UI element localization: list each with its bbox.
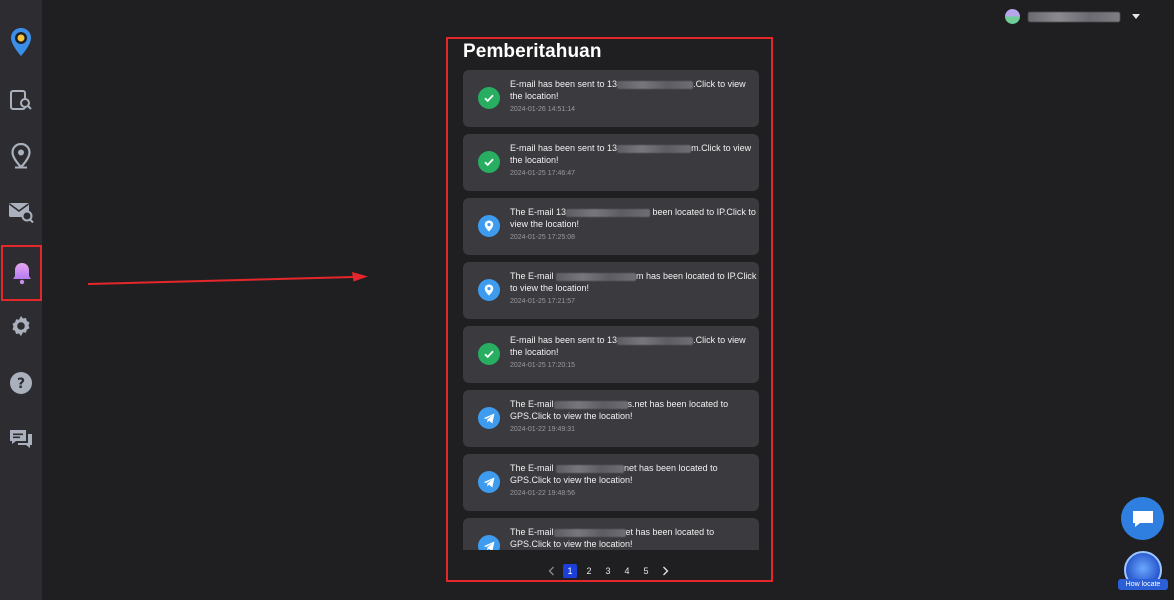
redacted-email: [617, 144, 692, 153]
page-title: Pemberitahuan: [463, 41, 602, 62]
notification-item[interactable]: E-mail has been sent to 13 .Click to view…: [463, 326, 759, 383]
location-pin-icon: [478, 215, 500, 237]
chevron-down-icon: [1132, 14, 1140, 19]
notification-item[interactable]: The E-mail m has been located to IP.Clic…: [463, 262, 759, 319]
notification-timestamp: 2024-01-25 17:21:57: [510, 298, 575, 305]
mail-search-icon[interactable]: [0, 190, 42, 234]
check-circle-icon: [478, 343, 500, 365]
notification-timestamp: 2024-01-25 17:46:47: [510, 170, 575, 177]
notification-message: The E-mail net has been located to GPS.C…: [510, 463, 718, 485]
live-chat-button[interactable]: [1121, 497, 1164, 540]
user-name-redacted: [1028, 11, 1120, 22]
notification-message: The E-mail et has been located to GPS.Cli…: [510, 527, 715, 549]
redacted-email: [617, 336, 694, 345]
notification-item[interactable]: The E-mail 13 been located to IP.Click t…: [463, 198, 759, 255]
notification-message: E-mail has been sent to 13 .Click to view…: [510, 79, 746, 101]
notification-message: E-mail has been sent to 13 .Click to view…: [510, 335, 746, 357]
notification-message: The E-mail s.net has been located to GPS.…: [510, 399, 729, 421]
telegram-send-icon: [478, 471, 500, 493]
pagination: 12345: [544, 564, 672, 578]
notification-timestamp: 2024-01-22 19:48:56: [510, 490, 575, 497]
redacted-email: [553, 400, 628, 409]
notification-timestamp: 2024-01-26 14:51:14: [510, 106, 575, 113]
telegram-send-icon: [478, 407, 500, 429]
location-pin-icon: [478, 279, 500, 301]
sidebar: ?: [0, 0, 42, 600]
page-5-button[interactable]: 5: [639, 564, 653, 578]
device-search-icon[interactable]: [0, 78, 42, 122]
location-icon[interactable]: [0, 134, 42, 178]
page-3-button[interactable]: 3: [601, 564, 615, 578]
notification-item[interactable]: The E-mail s.net has been located to GPS.…: [463, 390, 759, 447]
notification-item[interactable]: E-mail has been sent to 13 m.Click to vie…: [463, 134, 759, 191]
page-2-button[interactable]: 2: [582, 564, 596, 578]
redacted-email: [566, 208, 651, 217]
chevron-right-icon[interactable]: [658, 564, 672, 578]
chevron-left-icon[interactable]: [544, 564, 558, 578]
notification-timestamp: 2024-01-25 17:25:08: [510, 234, 575, 241]
page-4-button[interactable]: 4: [620, 564, 634, 578]
notification-timestamp: 2024-01-25 17:20:15: [510, 362, 575, 369]
redacted-email: [553, 528, 626, 537]
page-1-button[interactable]: 1: [563, 564, 577, 578]
logo-icon[interactable]: [0, 20, 42, 64]
help-icon[interactable]: ?: [0, 361, 42, 405]
notification-timestamp: 2024-01-22 19:49:31: [510, 426, 575, 433]
notification-item[interactable]: The E-mail et has been located to GPS.Cli…: [463, 518, 759, 550]
check-circle-icon: [478, 151, 500, 173]
notification-item[interactable]: The E-mail net has been located to GPS.C…: [463, 454, 759, 511]
notification-item[interactable]: E-mail has been sent to 13 .Click to view…: [463, 70, 759, 127]
how-locate-button[interactable]: How locate: [1118, 549, 1168, 594]
settings-icon[interactable]: [0, 304, 42, 348]
redacted-email: [617, 80, 694, 89]
annotation-arrow: [88, 272, 368, 285]
redacted-email: [556, 272, 637, 281]
telegram-send-icon: [478, 535, 500, 550]
chat-icon[interactable]: [0, 417, 42, 461]
notification-message: The E-mail 13 been located to IP.Click t…: [510, 207, 756, 229]
bell-icon[interactable]: [1, 245, 42, 301]
avatar: [1005, 9, 1020, 24]
svg-text:?: ?: [17, 376, 25, 392]
notification-message: The E-mail m has been located to IP.Clic…: [510, 271, 757, 293]
check-circle-icon: [478, 87, 500, 109]
notifications-panel: Pemberitahuan E-mail has been sent to 13…: [446, 37, 773, 582]
redacted-email: [556, 464, 625, 473]
user-menu[interactable]: [1005, 9, 1140, 24]
how-locate-label: How locate: [1118, 579, 1168, 590]
chat-bubble-icon: [1132, 510, 1153, 527]
notification-message: E-mail has been sent to 13 m.Click to vie…: [510, 143, 752, 165]
notification-list[interactable]: E-mail has been sent to 13 .Click to view…: [463, 70, 759, 550]
